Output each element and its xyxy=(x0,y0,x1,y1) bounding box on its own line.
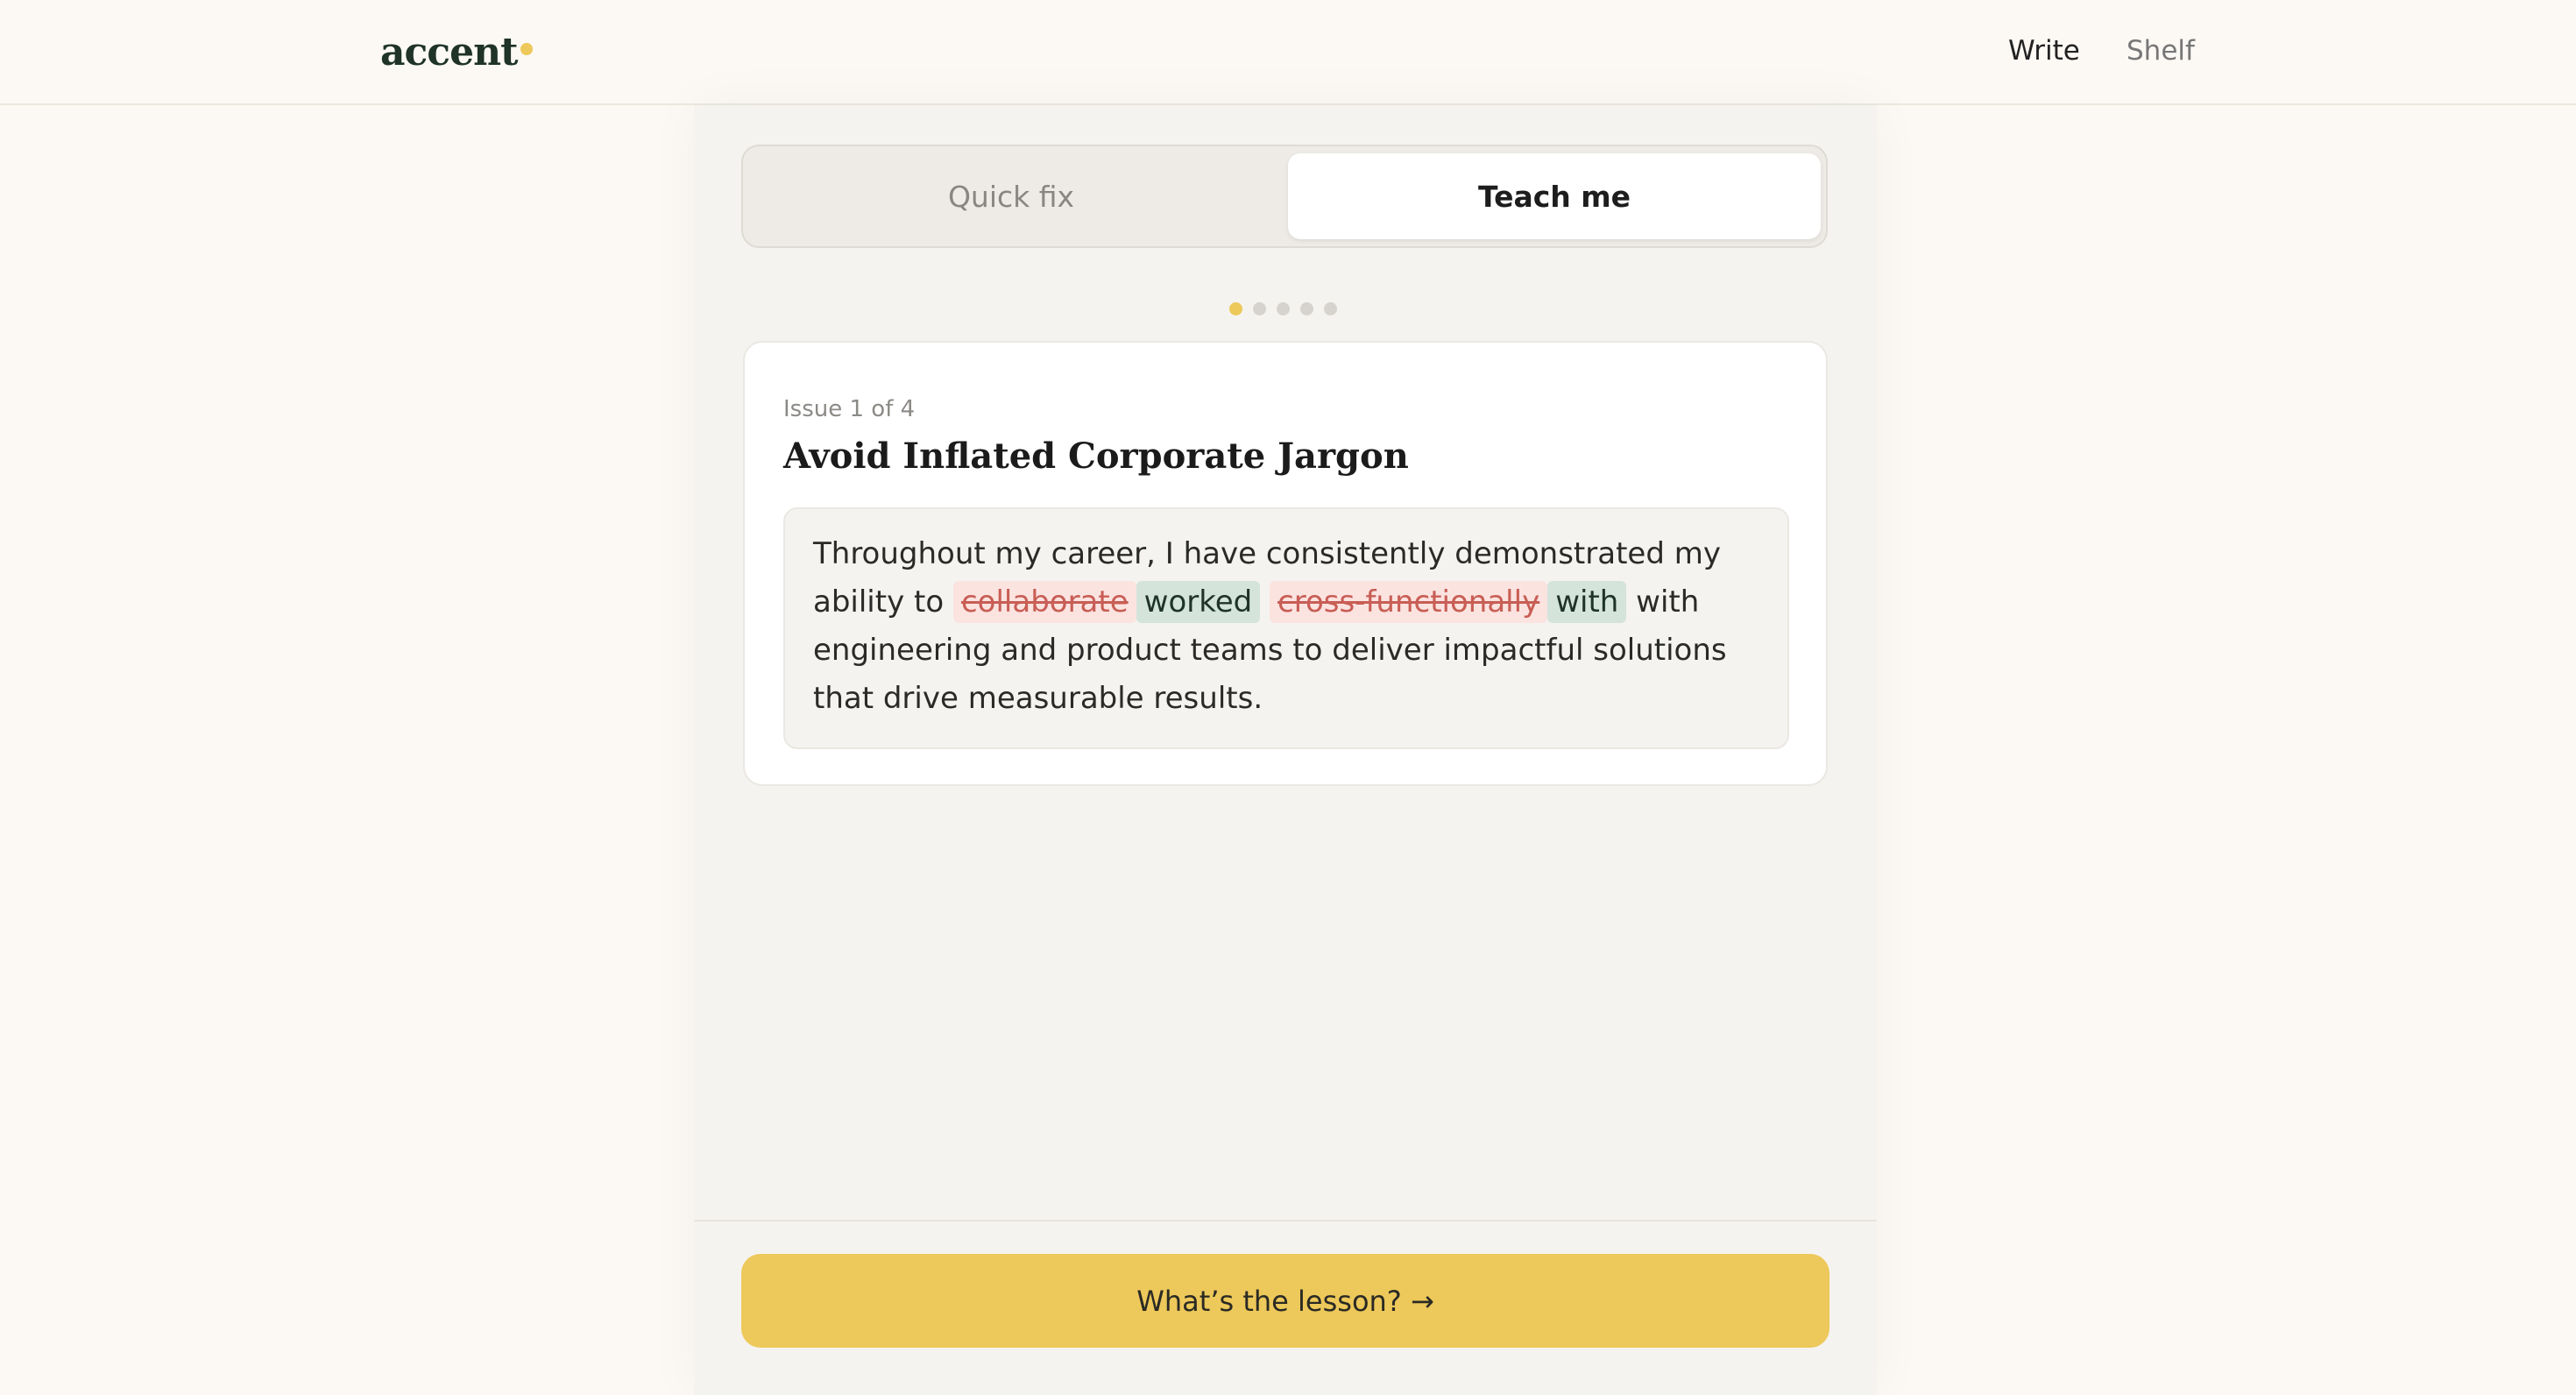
added-word: worked xyxy=(1136,581,1261,623)
progress-dot xyxy=(1253,302,1266,315)
footer-divider xyxy=(694,1220,1877,1222)
nav-shelf-link[interactable]: Shelf xyxy=(2127,28,2195,74)
edited-passage: Throughout my career, I have consistentl… xyxy=(783,507,1789,749)
app-page: accent Write Shelf Quick fix Teach me Is… xyxy=(0,0,2576,1395)
progress-dot xyxy=(1324,302,1337,315)
progress-dot xyxy=(1229,302,1242,315)
progress-dot xyxy=(1277,302,1290,315)
removed-word: collaborate xyxy=(952,581,1136,623)
tab-quick-fix[interactable]: Quick fix xyxy=(745,153,1277,239)
issue-counter: Issue 1 of 4 xyxy=(783,396,916,422)
mode-toggle: Quick fix Teach me xyxy=(741,145,1828,248)
logo-dot-icon xyxy=(520,43,533,55)
progress-dot xyxy=(1300,302,1313,315)
logo[interactable]: accent xyxy=(380,21,518,84)
tab-teach-me[interactable]: Teach me xyxy=(1288,153,1821,239)
whats-the-lesson-button[interactable]: What’s the lesson? → xyxy=(741,1254,1829,1348)
issue-title: Avoid Inflated Corporate Jargon xyxy=(783,435,1409,477)
nav-write-link[interactable]: Write xyxy=(2008,28,2080,74)
progress-dots xyxy=(1229,302,1343,320)
issue-card: Issue 1 of 4 Avoid Inflated Corporate Ja… xyxy=(743,341,1828,786)
top-bar: accent Write Shelf xyxy=(0,0,2576,105)
added-word: with xyxy=(1547,581,1627,623)
removed-word: cross-functionally xyxy=(1270,581,1548,623)
